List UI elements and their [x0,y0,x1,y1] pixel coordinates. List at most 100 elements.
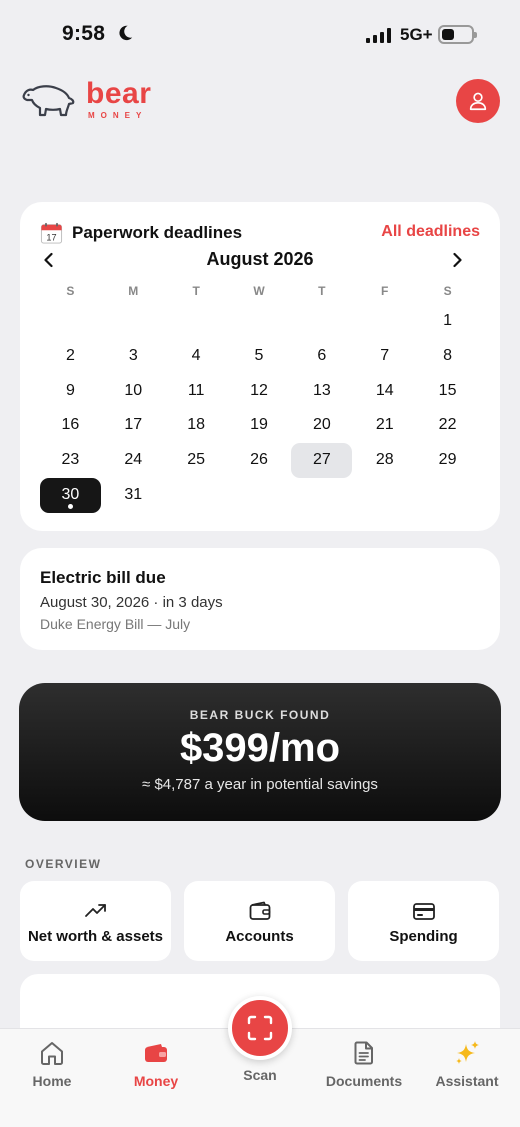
scan-icon [247,1015,273,1041]
accounts-tile[interactable]: Accounts [184,881,335,961]
brand-sub: MONEY [88,111,148,120]
calendar-header: 17 Paperwork deadlines All deadlines [40,222,480,246]
weekday-label: W [253,284,265,298]
calendar-day[interactable]: 13 [290,374,353,409]
trending-up-icon [84,904,106,917]
calendar-day[interactable]: 5 [228,339,291,374]
signal-icon [366,28,391,43]
calendar-title: Paperwork deadlines [72,223,243,242]
calendar-day[interactable]: 2 [39,339,102,374]
tab-assistant[interactable]: Assistant [422,1039,512,1089]
calendar-day[interactable]: 19 [228,408,291,443]
credit-card-icon [412,903,435,920]
savings-label: BEAR BUCK FOUND [189,708,331,722]
brand-name: bear [86,77,152,110]
savings-banner[interactable]: BEAR BUCK FOUND $399/mo ≈ $4,787 a year … [19,683,501,821]
weekday-label: S [443,284,452,298]
calendar-day[interactable]: 26 [228,443,291,478]
spending-tile[interactable]: Spending [348,881,499,961]
calendar-day[interactable]: 7 [353,339,416,374]
month-title: August 2026 [206,249,314,269]
profile-button[interactable] [456,79,500,123]
tab-money[interactable]: Money [111,1039,201,1089]
svg-text:17: 17 [46,232,56,242]
weekday-header: SMTWTFS [39,284,479,298]
calendar-day[interactable]: 22 [416,408,479,443]
calendar-blank [290,304,353,339]
calendar-blank [39,304,102,339]
calendar-day[interactable]: 4 [165,339,228,374]
calendar-icon: 17 [40,222,63,244]
calendar-day[interactable]: 15 [416,374,479,409]
calendar-day[interactable]: 24 [102,443,165,478]
calendar-day[interactable]: 16 [39,408,102,443]
scan-button[interactable] [228,996,292,1060]
wallet-icon [249,901,270,920]
calendar-day[interactable]: 25 [165,443,228,478]
calendar-day[interactable]: 8 [416,339,479,374]
brand-logo: bear MONEY [86,77,152,121]
sparkles-icon [456,1041,479,1064]
calendar-blank [353,304,416,339]
calendar-blank [165,304,228,339]
calendar-day-today[interactable]: 27 [291,443,353,478]
tab-documents[interactable]: Documents [319,1039,409,1089]
net-worth-label: Net worth & assets [27,928,164,945]
calendar-day-selected[interactable]: 30 [40,477,101,513]
spending-label: Spending [389,928,458,945]
calendar-day[interactable]: 20 [290,408,353,443]
calendar-day[interactable]: 6 [290,339,353,374]
tab-home[interactable]: Home [7,1039,97,1089]
tab-assistant-label: Assistant [435,1073,499,1089]
weekday-label: T [318,284,326,298]
tab-home-label: Home [32,1073,72,1089]
calendar-day[interactable]: 1 [416,304,479,339]
calendar-day[interactable]: 11 [165,374,228,409]
savings-amount: $399/mo [179,726,341,770]
user-icon [469,92,487,111]
calendar-blank [102,304,165,339]
weekday-label: F [381,284,389,298]
chevron-right-icon[interactable] [448,251,466,269]
weekday-label: S [66,284,75,298]
deadlines-calendar-card: 17 Paperwork deadlines All deadlines Aug… [20,202,500,531]
month-navigation: August 2026 [40,248,480,272]
wallet-icon [145,1044,167,1062]
weekday-label: T [192,284,200,298]
overview-label: OVERVIEW [25,857,102,871]
battery-icon [438,25,477,44]
net-worth-tile[interactable]: Net worth & assets [20,881,171,961]
home-icon [41,1042,63,1065]
tab-money-label: Money [133,1073,179,1089]
calendar-day[interactable]: 3 [102,339,165,374]
calendar-day[interactable]: 9 [39,374,102,409]
bill-title: Electric bill due [40,568,166,587]
app-header: bear MONEY [0,78,520,126]
weekday-label: M [128,284,139,298]
accounts-label: Accounts [225,928,294,945]
calendar-day[interactable]: 18 [165,408,228,443]
moon-icon [119,25,133,41]
network-label: 5G+ [400,25,433,44]
calendar-grid: 1 2 3 4 5 6 7 8 9 10 11 12 13 14 15 16 17 18 19 20 21 22 23 24 2… [39,304,479,513]
calendar-blank [228,304,291,339]
tab-scan[interactable]: Scan [228,996,292,1083]
status-time: 9:58 [62,22,106,45]
calendar-day[interactable]: 29 [416,443,479,478]
calendar-day[interactable]: 28 [353,443,416,478]
status-bar: 9:58 5G+ [0,0,520,70]
calendar-day[interactable]: 10 [102,374,165,409]
calendar-day[interactable]: 31 [102,478,165,513]
document-icon [354,1041,373,1065]
bear-logo-icon [22,85,75,117]
tab-documents-label: Documents [325,1073,403,1089]
savings-subtitle: ≈ $4,787 a year in potential savings [142,776,378,793]
calendar-day[interactable]: 21 [353,408,416,443]
calendar-day[interactable]: 23 [39,443,102,478]
calendar-day[interactable]: 12 [228,374,291,409]
calendar-day[interactable]: 17 [102,408,165,443]
all-deadlines-link[interactable]: All deadlines [381,223,480,241]
calendar-day[interactable]: 14 [353,374,416,409]
upcoming-bill-card[interactable]: Electric bill due August 30, 2026 · in 3… [20,548,500,650]
bill-date: August 30, 2026 · in 3 days [40,594,223,611]
